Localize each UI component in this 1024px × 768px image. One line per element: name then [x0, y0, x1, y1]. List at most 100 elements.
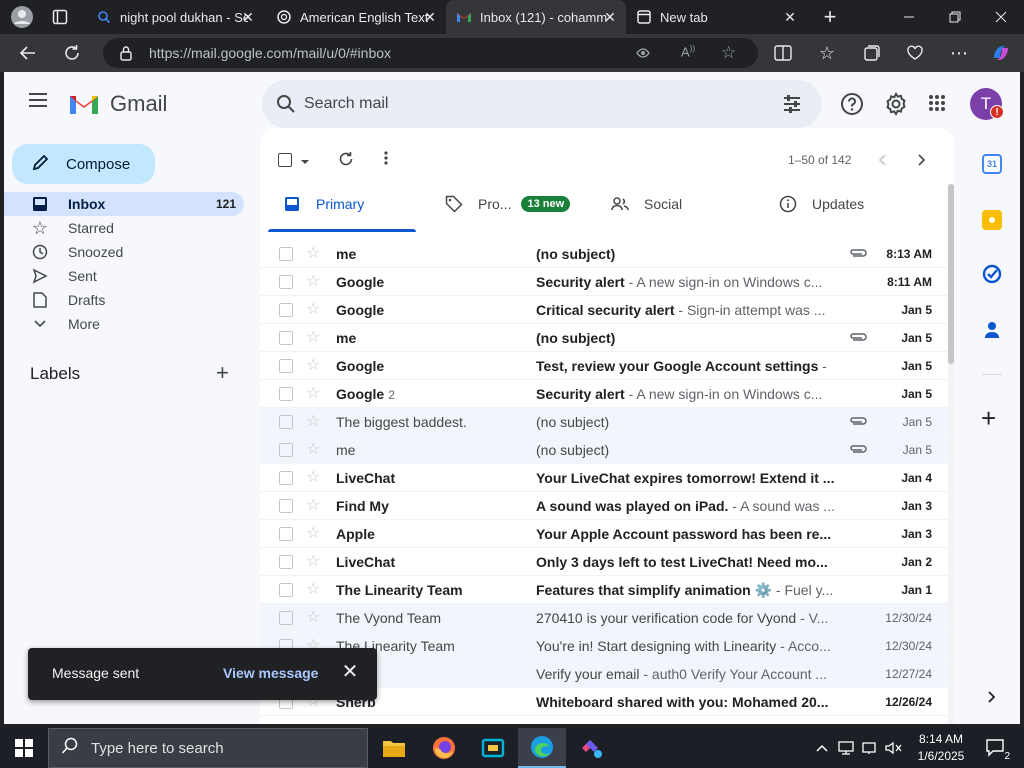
- email-row[interactable]: ☆ Google Critical security alert - Sign-in…: [260, 296, 948, 324]
- notifications-icon[interactable]: 2: [976, 728, 1016, 768]
- windows-start-icon[interactable]: [0, 728, 48, 768]
- search-bar[interactable]: [262, 80, 822, 128]
- star-icon[interactable]: ☆: [306, 329, 324, 347]
- attachment-icon[interactable]: [848, 442, 868, 458]
- browser-tab-3-active[interactable]: Inbox (121) - cohamm ✕: [446, 0, 626, 34]
- email-row[interactable]: ☆ me (no subject) Jan 5: [260, 436, 948, 464]
- star-icon[interactable]: ☆: [306, 525, 324, 543]
- row-checkbox[interactable]: [279, 247, 293, 261]
- minimize-button[interactable]: [886, 0, 932, 34]
- tracking-prevention-icon[interactable]: [635, 45, 651, 66]
- star-icon[interactable]: ☆: [306, 469, 324, 487]
- search-options-icon[interactable]: [782, 94, 802, 119]
- view-message-link[interactable]: View message: [223, 665, 318, 681]
- split-screen-icon[interactable]: [771, 41, 795, 65]
- row-checkbox[interactable]: [279, 471, 293, 485]
- email-row[interactable]: ☆ The Vyond Team 270410 is your verificati…: [260, 604, 948, 632]
- show-side-panel-chevron-icon[interactable]: [988, 690, 996, 708]
- sidebar-item-more[interactable]: More: [4, 312, 244, 336]
- vscode-icon[interactable]: [469, 728, 517, 768]
- email-row[interactable]: ☆ The Linearity Team Features that simplif…: [260, 576, 948, 604]
- address-bar[interactable]: https://mail.google.com/mail/u/0/#inbox …: [103, 38, 758, 68]
- settings-gear-icon[interactable]: [884, 92, 908, 121]
- show-hidden-icons-chevron-icon[interactable]: [810, 728, 834, 768]
- sidebar-item-snoozed[interactable]: Snoozed: [4, 240, 244, 264]
- star-icon[interactable]: ☆: [306, 497, 324, 515]
- select-all-checkbox[interactable]: [278, 153, 292, 167]
- gmail-logo-text[interactable]: Gmail: [110, 91, 167, 117]
- network-icon[interactable]: [834, 728, 858, 768]
- tab-actions-icon[interactable]: [48, 5, 72, 29]
- newer-chevron-icon[interactable]: [878, 153, 886, 171]
- row-checkbox[interactable]: [279, 303, 293, 317]
- star-icon[interactable]: ☆: [306, 301, 324, 319]
- select-dropdown-icon[interactable]: [300, 153, 310, 171]
- tab-social[interactable]: Social: [610, 176, 682, 232]
- sidebar-item-inbox[interactable]: Inbox 121: [4, 192, 244, 216]
- close-icon[interactable]: ✕: [602, 9, 618, 25]
- sidebar-item-starred[interactable]: ☆ Starred: [4, 216, 244, 240]
- refresh-icon[interactable]: [60, 41, 84, 65]
- browser-tab-1[interactable]: night pool dukhan - Se ✕: [86, 0, 264, 34]
- star-icon[interactable]: ☆: [306, 385, 324, 403]
- row-checkbox[interactable]: [279, 443, 293, 457]
- row-checkbox[interactable]: [279, 555, 293, 569]
- email-row[interactable]: ☆ Find My A sound was played on iPad. - A …: [260, 492, 948, 520]
- firefox-icon[interactable]: [420, 728, 468, 768]
- row-checkbox[interactable]: [279, 387, 293, 401]
- sidebar-item-sent[interactable]: Sent: [4, 264, 244, 288]
- star-icon[interactable]: ☆: [306, 441, 324, 459]
- tasks-icon[interactable]: [982, 264, 1002, 289]
- tab-promotions[interactable]: Pro... 13 new: [444, 176, 571, 232]
- main-menu-icon[interactable]: [28, 92, 50, 113]
- display-icon[interactable]: [858, 728, 882, 768]
- row-checkbox[interactable]: [279, 611, 293, 625]
- read-aloud-icon[interactable]: A)): [681, 44, 695, 59]
- email-row[interactable]: ☆ Google 2 Security alert - A new sign-in o…: [260, 380, 948, 408]
- older-chevron-icon[interactable]: [918, 153, 926, 171]
- star-icon[interactable]: ☆: [306, 553, 324, 571]
- url-text[interactable]: https://mail.google.com/mail/u/0/#inbox: [149, 45, 391, 61]
- system-clock[interactable]: 8:14 AM 1/6/2025: [912, 731, 970, 765]
- file-explorer-icon[interactable]: [370, 728, 418, 768]
- favorites-icon[interactable]: ☆: [815, 41, 839, 65]
- scrollbar-thumb[interactable]: [948, 184, 954, 364]
- tab-updates[interactable]: Updates: [778, 176, 864, 232]
- search-input[interactable]: [304, 92, 764, 116]
- help-icon[interactable]: [840, 92, 864, 121]
- close-icon[interactable]: ✕: [340, 662, 360, 682]
- taskbar-search-box[interactable]: Type here to search: [48, 728, 368, 768]
- sidebar-item-drafts[interactable]: Drafts: [4, 288, 244, 312]
- lock-icon[interactable]: [119, 45, 133, 66]
- attachment-icon[interactable]: [848, 330, 868, 346]
- teams-icon[interactable]: [567, 728, 615, 768]
- star-icon[interactable]: ☆: [306, 245, 324, 263]
- attachment-icon[interactable]: [848, 246, 868, 262]
- row-checkbox[interactable]: [279, 415, 293, 429]
- new-tab-plus-icon[interactable]: +: [818, 4, 842, 29]
- star-icon[interactable]: ☆: [306, 581, 324, 599]
- add-label-icon[interactable]: +: [216, 362, 229, 384]
- search-icon[interactable]: [276, 94, 296, 119]
- refresh-icon[interactable]: [338, 151, 354, 172]
- profile-avatar-icon[interactable]: [10, 5, 34, 29]
- row-checkbox[interactable]: [279, 527, 293, 541]
- close-icon[interactable]: ✕: [782, 9, 798, 25]
- row-checkbox[interactable]: [279, 583, 293, 597]
- email-row[interactable]: ☆ LiveChat Only 3 days left to test LiveCh…: [260, 548, 948, 576]
- calendar-icon[interactable]: 31: [982, 154, 1002, 174]
- star-icon[interactable]: ☆: [306, 413, 324, 431]
- close-icon[interactable]: ✕: [422, 9, 438, 25]
- browser-tab-2[interactable]: American English Text ✕: [266, 0, 446, 34]
- email-row[interactable]: ☆ LiveChat Your LiveChat expires tomorrow!…: [260, 464, 948, 492]
- more-vert-icon[interactable]: [384, 150, 388, 171]
- star-icon[interactable]: ☆: [306, 273, 324, 291]
- close-icon[interactable]: ✕: [240, 9, 256, 25]
- edge-icon[interactable]: [518, 728, 566, 768]
- attachment-icon[interactable]: [848, 414, 868, 430]
- row-checkbox[interactable]: [279, 331, 293, 345]
- row-checkbox[interactable]: [279, 359, 293, 373]
- star-icon[interactable]: ☆: [306, 357, 324, 375]
- row-checkbox[interactable]: [279, 499, 293, 513]
- more-options-icon[interactable]: ⋯: [947, 41, 971, 65]
